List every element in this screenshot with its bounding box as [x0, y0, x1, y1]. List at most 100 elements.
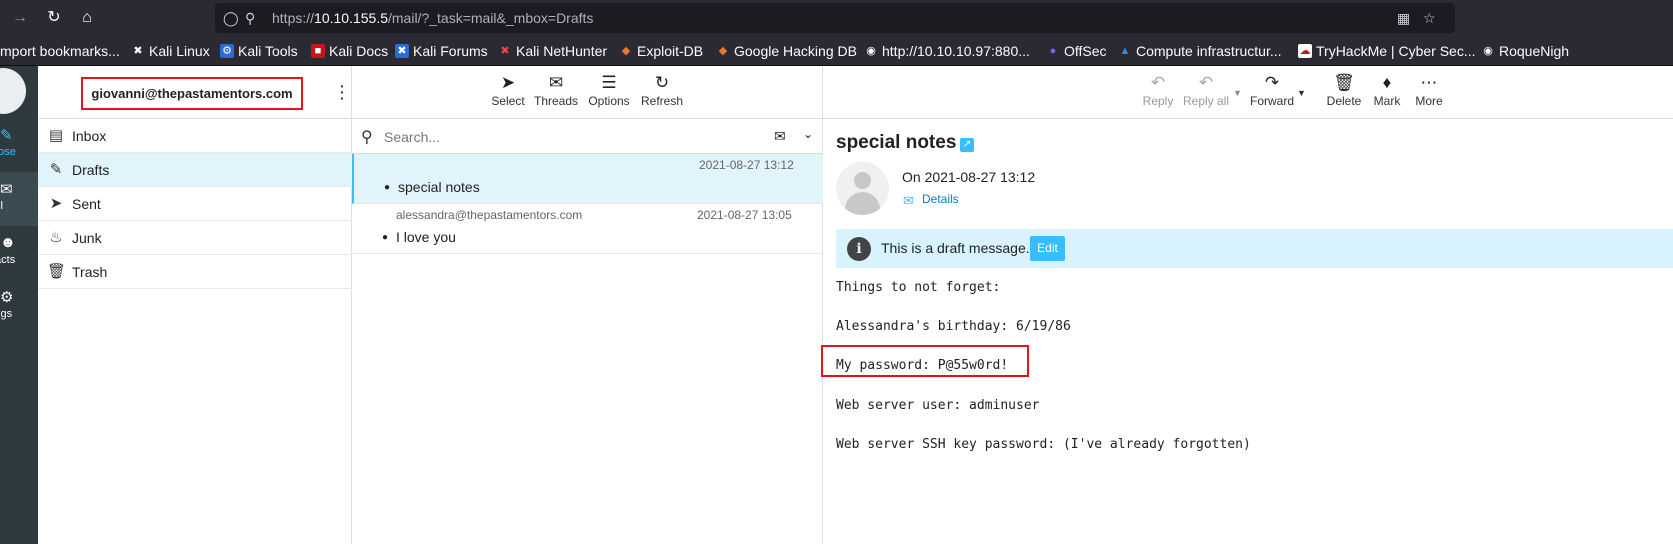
- tag-icon: ♦: [1382, 73, 1392, 92]
- button-label: Mark: [1373, 94, 1401, 108]
- forward-arrow-icon[interactable]: →: [10, 8, 30, 28]
- bookmark-label: Kali Docs: [329, 43, 389, 59]
- gear-icon: ⚙: [0, 289, 14, 306]
- folder-drafts[interactable]: ✎ Drafts: [38, 153, 352, 187]
- options-button[interactable]: ☰ Options: [586, 72, 632, 116]
- address-bar[interactable]: ◯ ⚲ https://10.10.155.5/mail/?_task=mail…: [215, 3, 1455, 33]
- search-input[interactable]: [384, 125, 754, 149]
- message-title: special notes: [836, 132, 957, 153]
- contacts-icon: ☻: [0, 234, 16, 251]
- avatar: [836, 162, 889, 215]
- message-list-pane: ➤ Select ✉ Threads ☰ Options ↻ Refresh ⚲…: [352, 66, 823, 544]
- button-label: Reply all: [1182, 94, 1230, 108]
- browser-toolbar: → ↻ ⌂ ◯ ⚲ https://10.10.155.5/mail/?_tas…: [0, 0, 1673, 35]
- search-icon[interactable]: ⚲: [361, 127, 373, 147]
- nav-contacts[interactable]: ☻ tacts: [0, 226, 38, 280]
- globe-icon: ◉: [866, 45, 876, 57]
- fire-icon: ♨: [49, 229, 63, 246]
- folder-label: Junk: [72, 230, 102, 246]
- ghdb-icon: ◆: [718, 45, 728, 57]
- bookmark-label: Google Hacking DB: [734, 43, 857, 59]
- bookmark-label: Kali Linux: [149, 43, 210, 59]
- more-button[interactable]: ⋯ More: [1412, 72, 1446, 116]
- bookmark-label: Kali Tools: [238, 43, 298, 59]
- bookmark-kali-linux[interactable]: ✖ Kali Linux: [131, 41, 210, 61]
- bookmark-import[interactable]: mport bookmarks...: [0, 41, 120, 61]
- delete-button[interactable]: 🗑 Delete: [1324, 72, 1364, 116]
- home-icon[interactable]: ⌂: [77, 8, 97, 28]
- button-label: Delete: [1326, 94, 1362, 108]
- bookmark-kali-nethunter[interactable]: ✖ Kali NetHunter: [498, 41, 607, 61]
- select-button[interactable]: ➤ Select: [488, 72, 528, 116]
- sliders-icon: ☰: [601, 73, 617, 92]
- envelope-icon[interactable]: ✉: [774, 128, 786, 145]
- message-toolbar: ↶ Reply ↶ Reply all ▼ ↷ Forward ▼ 🗑 Dele…: [823, 66, 1673, 119]
- tryhackme-icon: ☁: [1298, 44, 1312, 58]
- url-text[interactable]: https://10.10.155.5/mail/?_task=mail&_mb…: [272, 3, 593, 33]
- message-preview-pane: ↶ Reply ↶ Reply all ▼ ↷ Forward ▼ 🗑 Dele…: [821, 66, 1673, 544]
- folder-label: Sent: [72, 196, 101, 212]
- folder-trash[interactable]: 🗑 Trash: [38, 255, 352, 289]
- reply-button[interactable]: ↶ Reply: [1140, 72, 1176, 116]
- message-from: alessandra@thepastamentors.com: [396, 208, 583, 222]
- bookmark-compute-infrastructure[interactable]: ▲ Compute infrastructur...: [1118, 41, 1282, 61]
- folder-pane: giovanni@thepastamentors.com ⋮ ▤ Inbox ✎…: [38, 66, 352, 544]
- bookmark-star-icon[interactable]: ☆: [1423, 3, 1436, 33]
- bookmark-kali-docs[interactable]: ■ Kali Docs: [311, 41, 388, 61]
- nav-settings[interactable]: ⚙ ings: [0, 280, 38, 334]
- account-email: giovanni@thepastamentors.com: [81, 77, 303, 110]
- reload-icon[interactable]: ↻: [44, 8, 64, 28]
- folder-junk[interactable]: ♨ Junk: [38, 221, 352, 255]
- shield-icon[interactable]: ◯: [223, 3, 239, 33]
- lock-icon[interactable]: ⚲: [245, 3, 255, 33]
- reader-view-icon[interactable]: ▦: [1397, 3, 1410, 33]
- bookmark-exploit-db[interactable]: ◆ Exploit-DB: [619, 41, 703, 61]
- bookmark-kali-tools[interactable]: ⚙ Kali Tools: [220, 41, 298, 61]
- pencil-icon: ✎: [49, 161, 63, 178]
- bookmark-label: http://10.10.10.97:880...: [882, 43, 1030, 59]
- info-icon: i: [847, 237, 871, 261]
- bookmark-roquenight[interactable]: ◉ RoqueNigh: [1481, 41, 1569, 61]
- folder-inbox[interactable]: ▤ Inbox: [38, 119, 352, 153]
- threads-button[interactable]: ✉ Threads: [533, 72, 579, 116]
- bookmark-tryhackme[interactable]: ☁ TryHackMe | Cyber Sec...: [1298, 41, 1475, 61]
- kebab-menu-icon[interactable]: ⋮: [333, 82, 351, 102]
- forward-icon: ↷: [1264, 73, 1280, 92]
- open-in-new-window-icon[interactable]: ↗: [960, 138, 974, 152]
- bookmark-label: OffSec: [1064, 43, 1107, 59]
- logo: [0, 68, 26, 114]
- nav-compose[interactable]: ✎ pose: [0, 118, 38, 172]
- edit-button[interactable]: Edit: [1030, 236, 1065, 261]
- refresh-button[interactable]: ↻ Refresh: [639, 72, 685, 116]
- button-label: Forward: [1249, 94, 1294, 108]
- bookmark-http[interactable]: ◉ http://10.10.10.97:880...: [864, 41, 1030, 61]
- kali-tools-icon: ⚙: [220, 44, 234, 58]
- message-row[interactable]: alessandra@thepastamentors.com 2021-08-2…: [352, 204, 823, 254]
- body-line: Alessandra's birthday: 6/19/86: [836, 319, 1071, 334]
- webmail-app: ✎ pose ✉ ail ☻ tacts ⚙ ings giovanni@the…: [0, 66, 1673, 544]
- highlight-box: [821, 345, 1029, 377]
- mark-button[interactable]: ♦ Mark: [1370, 72, 1404, 116]
- reply-all-button[interactable]: ↶ Reply all: [1181, 72, 1231, 116]
- nav-label: ings: [0, 308, 13, 320]
- bookmark-label: Compute infrastructur...: [1136, 43, 1282, 59]
- bookmark-google-hacking-db[interactable]: ◆ Google Hacking DB: [716, 41, 857, 61]
- details-link[interactable]: Details: [922, 192, 959, 206]
- trash-icon: 🗑: [47, 263, 67, 280]
- bookmark-kali-forums[interactable]: ✖ Kali Forums: [395, 41, 488, 61]
- app-navigation-rail: ✎ pose ✉ ail ☻ tacts ⚙ ings: [0, 66, 38, 544]
- bookmark-label: TryHackMe | Cyber Sec...: [1316, 43, 1476, 59]
- chevron-down-icon[interactable]: ⌄: [803, 127, 813, 141]
- message-date: 2021-08-27 13:05: [697, 208, 792, 222]
- kali-docs-icon: ■: [311, 44, 325, 58]
- reply-all-dropdown-icon[interactable]: ▼: [1233, 88, 1242, 98]
- bookmark-offsec[interactable]: ● OffSec: [1046, 41, 1107, 61]
- nav-mail[interactable]: ✉ ail: [0, 172, 38, 226]
- folder-sent[interactable]: ➤ Sent: [38, 187, 352, 221]
- kali-dragon-icon: ✖: [133, 45, 143, 57]
- nav-label: pose: [0, 146, 16, 158]
- forward-dropdown-icon[interactable]: ▼: [1297, 88, 1306, 98]
- folder-label: Inbox: [72, 128, 107, 144]
- message-row[interactable]: 2021-08-27 13:12 ● special notes: [352, 154, 823, 204]
- forward-button[interactable]: ↷ Forward: [1247, 72, 1297, 116]
